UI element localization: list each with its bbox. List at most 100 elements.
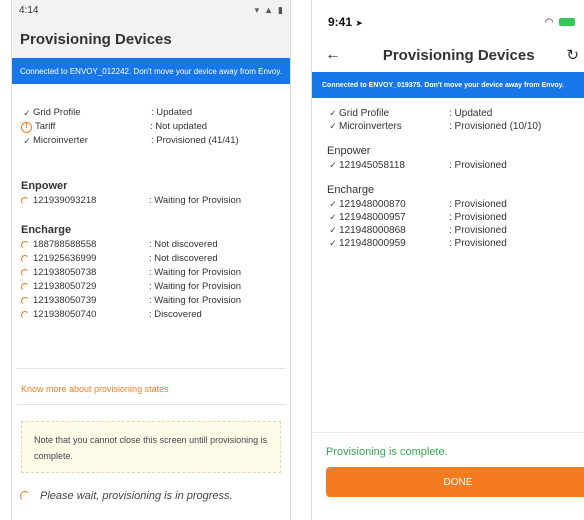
- connection-banner: Connected to ENVOY_012242. Don't move yo…: [12, 58, 290, 84]
- loading-spinner-icon: [21, 197, 29, 205]
- divider: [17, 404, 285, 405]
- device-serial: 121948000959: [339, 238, 406, 249]
- status-label: Grid Profile: [339, 108, 390, 119]
- divider: [17, 368, 285, 369]
- status-label: Grid Profile: [33, 107, 81, 118]
- signal-icon: ▲: [264, 4, 274, 15]
- done-button[interactable]: DONE: [326, 467, 584, 497]
- device-row: 121938050729 : Waiting for Provision: [12, 280, 290, 294]
- device-status: : Not discovered: [149, 253, 218, 264]
- encharge-section: Encharge 188788588558 : Not discovered 1…: [12, 224, 290, 322]
- status-row-tariff: ! Tariff : Not updated: [21, 120, 290, 134]
- page-title: Provisioning Devices: [20, 30, 172, 48]
- device-row: ✓ 121948000870 : Provisioned: [327, 198, 584, 211]
- device-row: 121938050740 : Discovered: [12, 308, 290, 322]
- device-row: 121938050738 : Waiting for Provision: [12, 266, 290, 280]
- device-serial: 121948000870: [339, 199, 406, 210]
- status-value: : Not updated: [150, 121, 208, 132]
- device-row: ✓ 121945058118 : Provisioned: [327, 159, 584, 172]
- loading-spinner-icon: [21, 269, 29, 277]
- divider: [312, 432, 584, 433]
- location-arrow-icon: ➤: [355, 18, 363, 28]
- section-heading: Encharge: [21, 224, 72, 236]
- device-serial: 188788588558: [33, 239, 97, 250]
- check-icon: ✓: [23, 108, 31, 118]
- enpower-section: Enpower 121939093218 : Waiting for Provi…: [12, 180, 290, 208]
- device-serial: 121948000957: [339, 212, 406, 223]
- status-label: Microinverter: [33, 135, 88, 146]
- status-icons: ◠: [545, 17, 575, 28]
- loading-spinner-icon: [21, 297, 29, 305]
- device-serial: 121939093218: [33, 195, 97, 206]
- status-bar: 4:14 ▾ ▲ ▮: [12, 0, 290, 20]
- loading-spinner-icon: [21, 255, 29, 263]
- device-row: ✓ 121948000957 : Provisioned: [327, 211, 584, 224]
- loading-spinner-icon: [21, 311, 29, 319]
- device-status: : Provisioned: [449, 199, 507, 210]
- warning-icon: !: [21, 121, 32, 133]
- status-label: Microinverters: [339, 121, 402, 132]
- device-status: : Provisioned: [449, 225, 507, 236]
- back-arrow-icon[interactable]: ←: [325, 46, 341, 64]
- status-value: : Updated: [151, 107, 193, 118]
- device-row: ✓ 121948000868 : Provisioned: [327, 224, 584, 237]
- device-status: : Discovered: [149, 309, 202, 320]
- wifi-icon: ▾: [254, 4, 260, 15]
- device-serial: 121938050729: [33, 281, 97, 292]
- device-status: : Not discovered: [149, 239, 218, 250]
- section-heading: Encharge: [327, 184, 375, 196]
- status-value: : Provisioned (41/41): [151, 135, 239, 146]
- check-icon: ✓: [329, 212, 337, 222]
- device-status: : Waiting for Provision: [149, 267, 242, 278]
- check-icon: ✓: [329, 108, 337, 118]
- device-status: : Waiting for Provision: [149, 195, 242, 206]
- device-status: : Provisioned: [449, 212, 507, 223]
- wait-text: Please wait, provisioning is in progress…: [40, 490, 233, 502]
- status-row-grid-profile: ✓ Grid Profile : Updated: [21, 106, 290, 120]
- loading-spinner-icon: [21, 283, 29, 291]
- device-row: 188788588558 : Not discovered: [12, 238, 290, 252]
- status-label: Tariff: [35, 121, 56, 132]
- ios-screen: 9:41 ➤ ◠ ← Provisioning Devices ↻ Connec…: [311, 0, 584, 520]
- status-value: : Provisioned (10/10): [449, 121, 542, 132]
- status-icons: ▾ ▲ ▮: [255, 5, 283, 16]
- device-row: 121939093218 : Waiting for Provision: [12, 194, 290, 208]
- device-row: 121938050739 : Waiting for Provision: [12, 294, 290, 308]
- device-row: ✓ 121948000959 : Provisioned: [327, 237, 584, 250]
- complete-message: Provisioning is complete.: [326, 446, 448, 458]
- status-value: : Updated: [449, 108, 493, 119]
- status-time: 9:41 ➤: [328, 15, 363, 29]
- device-serial: 121925636999: [33, 253, 97, 264]
- device-status: : Waiting for Provision: [149, 281, 242, 292]
- check-icon: ✓: [329, 225, 337, 235]
- device-row: 121925636999 : Not discovered: [12, 252, 290, 266]
- loading-spinner-icon: [20, 491, 30, 501]
- check-icon: ✓: [329, 199, 337, 209]
- page-title: Provisioning Devices: [382, 46, 535, 64]
- battery-icon: [559, 18, 575, 26]
- device-status: : Waiting for Provision: [149, 295, 242, 306]
- close-warning-note: Note that you cannot close this screen u…: [21, 421, 281, 473]
- status-row-microinverter: ✓ Microinverter : Provisioned (41/41): [21, 134, 290, 148]
- device-status: : Provisioned: [449, 160, 507, 171]
- device-status: : Provisioned: [449, 238, 507, 249]
- section-heading: Enpower: [327, 145, 371, 157]
- loading-spinner-icon: [21, 241, 29, 249]
- check-icon: ✓: [23, 136, 31, 146]
- refresh-icon[interactable]: ↻: [566, 46, 579, 64]
- device-serial: 121945058118: [339, 160, 405, 171]
- progress-message: Please wait, provisioning is in progress…: [20, 490, 233, 502]
- status-row-microinverters: ✓ Microinverters : Provisioned (10/10): [327, 120, 584, 133]
- provisioning-states-link[interactable]: Know more about provisioning states: [21, 384, 169, 394]
- nav-bar: ← Provisioning Devices ↻: [312, 44, 584, 66]
- wifi-icon: ◠: [545, 16, 553, 28]
- connection-banner: Connected to ENVOY_019375. Don't move yo…: [312, 72, 584, 98]
- status-time: 4:14: [19, 4, 39, 16]
- battery-icon: ▮: [278, 4, 283, 15]
- note-text: Note that you cannot close this screen u…: [34, 435, 268, 461]
- device-serial: 121938050740: [33, 309, 97, 320]
- check-icon: ✓: [329, 238, 337, 248]
- status-row-grid-profile: ✓ Grid Profile : Updated: [327, 107, 584, 120]
- device-serial: 121948000868: [339, 225, 406, 236]
- check-icon: ✓: [329, 160, 337, 170]
